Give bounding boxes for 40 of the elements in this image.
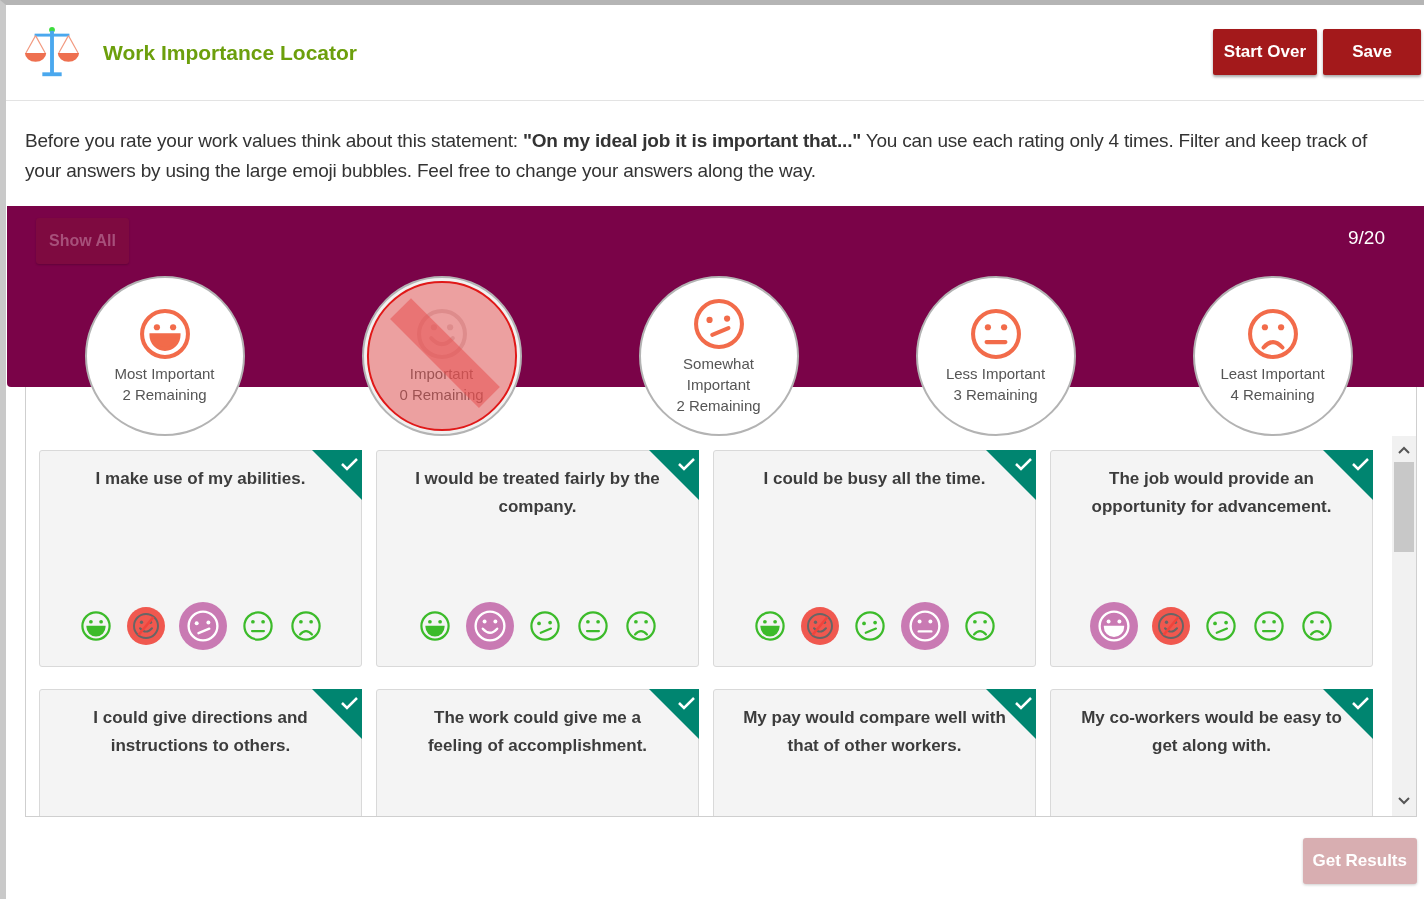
rating-button[interactable] [1251, 609, 1286, 643]
rating-button[interactable] [1299, 609, 1334, 643]
rating-button[interactable] [417, 609, 452, 643]
rating-button[interactable] [527, 609, 562, 643]
rating-button[interactable] [240, 609, 275, 643]
statement-text: I could be busy all the time. [762, 468, 987, 490]
statement-text: The work could give me a feeling of accomplishment. [426, 707, 649, 757]
face-icon [968, 307, 1023, 361]
rating-button[interactable] [962, 609, 997, 643]
category-bubble[interactable]: Most Important 2 Remaining [84, 276, 245, 436]
statement-text: My co-workers would be easy to get along with. [1080, 707, 1343, 757]
statement-text: I would be treated fairly by the company. [414, 468, 661, 518]
rating-button[interactable] [465, 602, 514, 650]
statement-text: The job would provide an opportunity for advancement. [1090, 468, 1333, 518]
rating-button[interactable] [1089, 602, 1138, 650]
category-bubble[interactable]: Somewhat Important 2 Remaining [638, 276, 799, 436]
statement-text: I could give directions and instructions to others. [92, 707, 309, 757]
header-button[interactable]: Start Over [1212, 29, 1317, 75]
rating-button[interactable] [178, 602, 227, 650]
face-icon [1245, 307, 1300, 361]
rating-button[interactable] [852, 609, 887, 643]
instructions-text: Before you rate your work values think about this statement: "On my ideal job it is important that..." You can use each rating only 4 times. Filter and keep track of your answers by using the large emoji bubbles. Feel free to change your answers along the way. [24, 129, 1369, 183]
category-bubble[interactable]: Less Important 3 Remaining [915, 276, 1076, 436]
statement-text: My pay would compare well with that of other workers. [742, 707, 1007, 757]
progress-count: 9/20 [1348, 227, 1385, 249]
category-bubble[interactable]: Least Important 4 Remaining [1192, 276, 1353, 436]
rating-button[interactable] [623, 609, 658, 643]
app-title: Work Importance Locator [103, 40, 357, 65]
rating-button[interactable] [78, 609, 113, 643]
face-icon [414, 307, 469, 361]
scrollbar[interactable] [1392, 436, 1416, 816]
rating-button[interactable] [575, 609, 610, 643]
rating-button[interactable] [288, 609, 323, 643]
rating-button[interactable] [752, 609, 787, 643]
face-icon [137, 307, 192, 361]
rating-button[interactable] [900, 602, 949, 650]
statement-text: I make use of my abilities. [94, 468, 307, 490]
header-button[interactable]: Save [1323, 29, 1421, 75]
face-icon [691, 296, 746, 351]
rating-button[interactable] [1203, 609, 1238, 643]
